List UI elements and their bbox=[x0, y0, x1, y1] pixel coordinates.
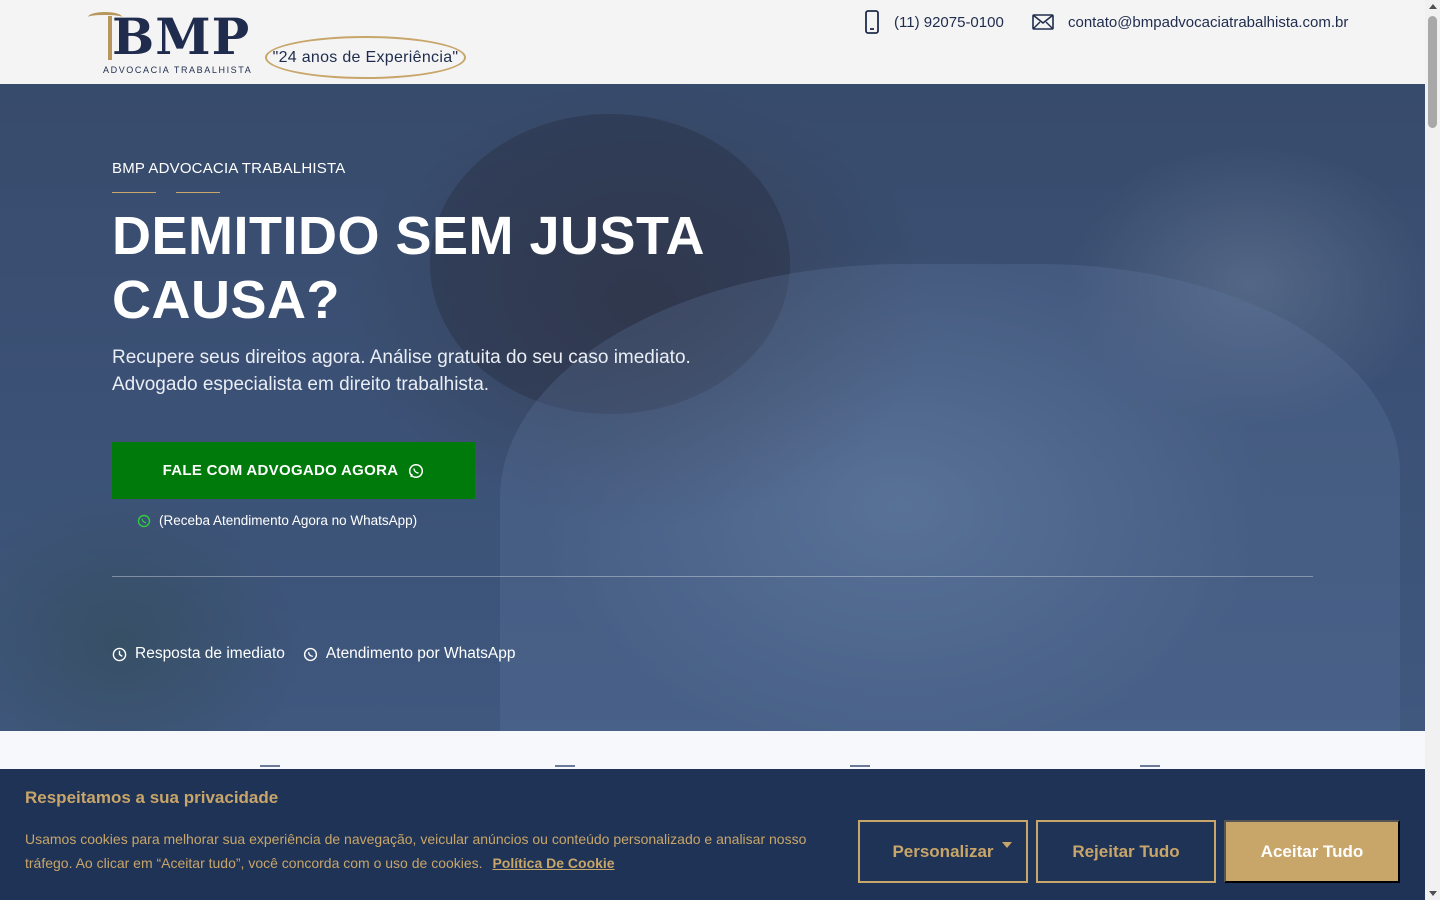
phone-icon bbox=[865, 10, 879, 34]
reject-all-button[interactable]: Rejeitar Tudo bbox=[1036, 820, 1216, 883]
hero-section: BMP ADVOCACIA TRABALHISTA DEMITIDO SEM J… bbox=[0, 84, 1425, 731]
clock-icon bbox=[112, 647, 127, 661]
logo-text: BMP bbox=[112, 7, 251, 66]
phone-number: (11) 92075-0100 bbox=[894, 13, 1004, 31]
site-header: BMP ADVOCACIA TRABALHISTA "24 anos de Ex… bbox=[0, 0, 1425, 84]
hero-features: Resposta de imediato Atendimento por Wha… bbox=[112, 645, 533, 663]
whatsapp-icon bbox=[137, 514, 151, 527]
eyebrow-divider bbox=[112, 192, 156, 193]
experience-badge: "24 anos de Experiência" bbox=[265, 36, 466, 79]
hero-headline: DEMITIDO SEM JUSTA CAUSA? bbox=[112, 206, 704, 330]
feature-label: Resposta de imediato bbox=[135, 645, 285, 662]
whatsapp-cta-button[interactable]: FALE COM ADVOGADO AGORA bbox=[112, 442, 475, 499]
scrollbar[interactable] bbox=[1425, 0, 1440, 900]
cookie-banner: Respeitamos a sua privacidade Usamos coo… bbox=[0, 769, 1425, 900]
scrollbar-thumb[interactable] bbox=[1428, 16, 1437, 128]
eyebrow-divider bbox=[176, 192, 220, 193]
feature-label: Atendimento por WhatsApp bbox=[325, 645, 516, 662]
feature-item: Resposta de imediato bbox=[112, 645, 285, 663]
hero-divider bbox=[112, 576, 1313, 577]
cookie-policy-link[interactable]: Política De Cookie bbox=[492, 855, 614, 871]
customize-label: Personalizar bbox=[892, 841, 994, 861]
hero-overlay bbox=[0, 84, 1425, 731]
feature-item: Atendimento por WhatsApp bbox=[303, 645, 516, 663]
customize-button[interactable]: Personalizar bbox=[858, 820, 1028, 883]
scroll-up-arrow-icon[interactable] bbox=[1429, 4, 1437, 9]
hero-subtext: Recupere seus direitos agora. Análise gr… bbox=[112, 347, 691, 395]
mail-icon bbox=[1032, 14, 1054, 30]
logo-subtitle: ADVOCACIA TRABALHISTA bbox=[103, 65, 253, 75]
accept-all-button[interactable]: Aceitar Tudo bbox=[1224, 820, 1400, 883]
phone-contact[interactable]: (11) 92075-0100 bbox=[864, 10, 1004, 34]
email-address: contato@bmpadvocaciatrabalhista.com.br bbox=[1068, 13, 1349, 31]
whatsapp-icon bbox=[303, 647, 318, 661]
cookie-description: Usamos cookies para melhorar sua experiê… bbox=[25, 831, 807, 871]
caret-down-icon bbox=[1002, 842, 1012, 848]
cta-note: (Receba Atendimento Agora no WhatsApp) bbox=[137, 513, 417, 528]
scroll-down-arrow-icon[interactable] bbox=[1429, 891, 1437, 896]
whatsapp-icon bbox=[409, 463, 424, 478]
cta-note-text: (Receba Atendimento Agora no WhatsApp) bbox=[159, 513, 418, 528]
email-contact[interactable]: contato@bmpadvocaciatrabalhista.com.br bbox=[1032, 10, 1348, 34]
logo[interactable]: BMP ADVOCACIA TRABALHISTA bbox=[88, 8, 251, 76]
cookie-text: Usamos cookies para melhorar sua experiê… bbox=[25, 827, 845, 875]
hero-eyebrow: BMP ADVOCACIA TRABALHISTA bbox=[112, 160, 346, 177]
cookie-title: Respeitamos a sua privacidade bbox=[25, 788, 279, 807]
cta-label: FALE COM ADVOGADO AGORA bbox=[162, 462, 399, 479]
